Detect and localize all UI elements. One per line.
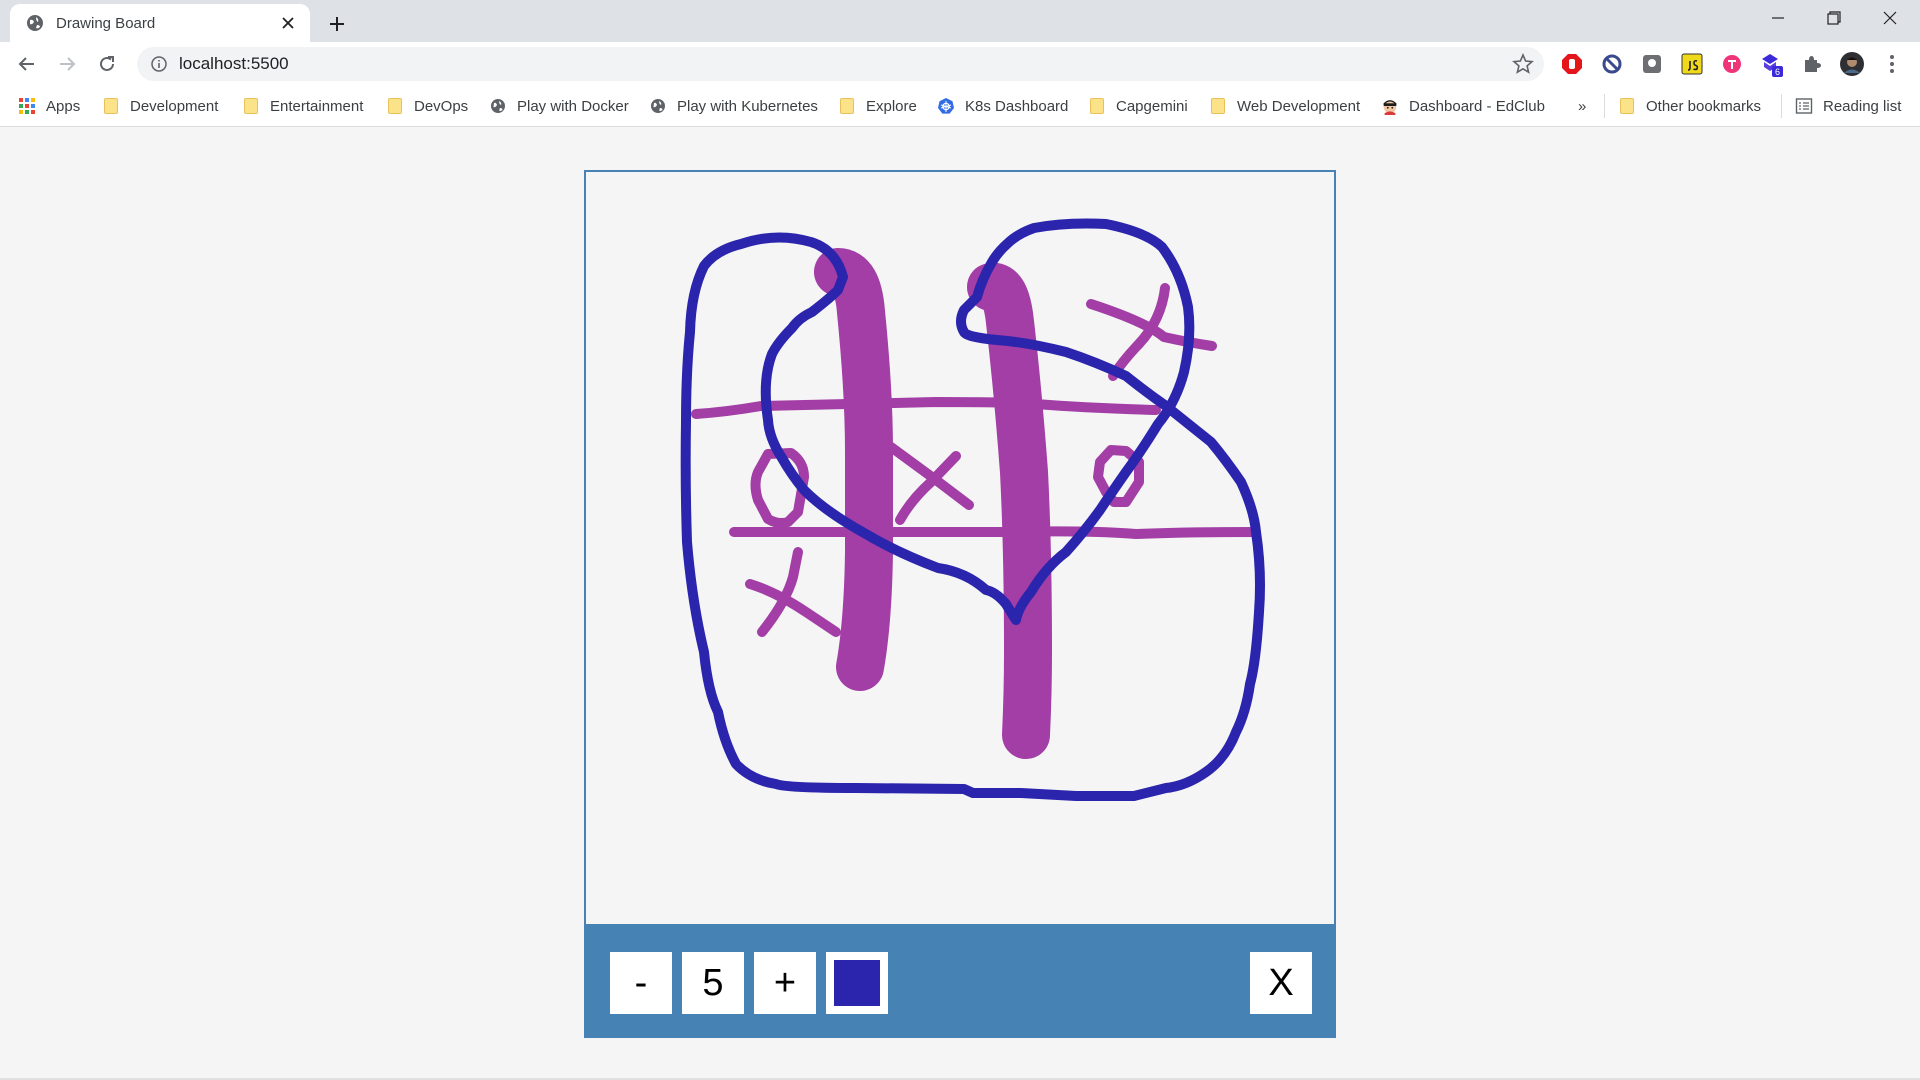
folder-icon	[838, 97, 856, 115]
bookmark-dashboard-edclub[interactable]: Dashboard - EdClub	[1381, 92, 1545, 120]
bookmark-label: Reading list	[1823, 97, 1902, 115]
bookmarks-overflow-button[interactable]: »	[1578, 92, 1586, 120]
folder-icon	[1088, 97, 1106, 115]
address-bar[interactable]	[137, 47, 1544, 81]
bookmark-star-icon[interactable]	[1512, 52, 1534, 80]
grey-extension-icon[interactable]	[1638, 50, 1666, 78]
site-info-icon[interactable]	[149, 54, 169, 74]
folder-icon	[242, 97, 260, 115]
apps-grid-icon	[18, 97, 36, 115]
increase-size-button[interactable]: +	[754, 952, 816, 1014]
bookmark-label: Play with Docker	[517, 97, 629, 115]
close-window-icon[interactable]	[1862, 0, 1918, 36]
bookmark-entertainment[interactable]: Entertainment	[242, 92, 363, 120]
bookmark-play-with-docker[interactable]: Play with Docker	[489, 92, 629, 120]
reload-icon[interactable]	[91, 48, 123, 80]
extension-badge: 6	[1775, 67, 1780, 77]
color-swatch	[834, 960, 880, 1006]
bookmark-label: Development	[130, 97, 219, 115]
bookmark-label: Entertainment	[270, 97, 364, 115]
back-icon[interactable]	[11, 48, 43, 80]
restore-icon[interactable]	[1806, 0, 1862, 36]
edclub-icon	[1381, 97, 1399, 115]
pink-extension-icon[interactable]	[1718, 50, 1746, 78]
extensions-puzzle-icon[interactable]	[1798, 50, 1826, 78]
brush-size-display: 5	[682, 952, 744, 1014]
menu-kebab-icon[interactable]	[1878, 50, 1906, 78]
bookmark-capgemini[interactable]: Capgemini	[1088, 92, 1188, 120]
bookmark-label: Dashboard - EdClub	[1409, 97, 1545, 115]
drawing-board: - 5 + X	[584, 170, 1336, 1038]
canvas-drawing	[680, 218, 1265, 801]
globe-icon	[26, 14, 44, 32]
forward-icon[interactable]	[51, 48, 83, 80]
globe-icon	[489, 97, 507, 115]
profile-avatar[interactable]	[1838, 50, 1866, 78]
bookmark-other-bookmarks[interactable]: Other bookmarks	[1618, 92, 1761, 120]
folder-icon	[386, 97, 404, 115]
color-picker[interactable]	[826, 952, 888, 1014]
bookmark-apps[interactable]: Apps	[18, 92, 80, 120]
url-input[interactable]	[177, 53, 1481, 75]
tab-title: Drawing Board	[56, 14, 156, 32]
bookmark-play-with-kubernetes[interactable]: Play with Kubernetes	[649, 92, 818, 120]
js-extension-icon[interactable]	[1678, 50, 1706, 78]
purple-thick-stroke	[967, 262, 1052, 759]
folder-icon	[1618, 97, 1636, 115]
drawing-canvas[interactable]	[586, 172, 1334, 924]
tab-strip: Drawing Board	[0, 0, 1920, 42]
folder-icon	[1209, 97, 1227, 115]
close-tab-icon[interactable]	[274, 9, 302, 37]
bookmark-label: Explore	[866, 97, 917, 115]
bookmark-label: Apps	[46, 97, 81, 115]
reading-list-button[interactable]: Reading list	[1795, 92, 1901, 120]
bookmark-label: Play with Kubernetes	[677, 97, 818, 115]
bookmark-label: Web Development	[1237, 97, 1361, 115]
bookmark-web-development[interactable]: Web Development	[1209, 92, 1360, 120]
blue-outline-stroke	[680, 218, 1265, 801]
bookmarks-divider	[1781, 94, 1782, 118]
bookmark-label: DevOps	[414, 97, 469, 115]
purple-extension-icon[interactable]: 6	[1758, 50, 1786, 78]
decrease-size-button[interactable]: -	[610, 952, 672, 1014]
kubernetes-icon	[937, 97, 955, 115]
bookmark-label: K8s Dashboard	[965, 97, 1069, 115]
bookmark-devops[interactable]: DevOps	[386, 92, 468, 120]
globe-icon	[649, 97, 667, 115]
new-tab-icon[interactable]	[322, 9, 352, 39]
bookmark-label: Other bookmarks	[1646, 97, 1762, 115]
purple-horizontal-line	[729, 526, 1261, 539]
bookmarks-divider	[1604, 94, 1605, 118]
reading-list-icon	[1795, 97, 1813, 115]
overflow-label: »	[1578, 97, 1587, 115]
block-extension-icon[interactable]	[1598, 50, 1626, 78]
tab-drawing-board[interactable]: Drawing Board	[10, 4, 310, 42]
purple-thick-stroke	[814, 248, 893, 691]
browser-toolbar: 6	[0, 42, 1920, 86]
clear-button[interactable]: X	[1250, 952, 1312, 1014]
bookmarks-bar: Apps Development Entertainment DevOps Pl…	[0, 86, 1920, 127]
toolbar-controls: - 5 + X	[586, 924, 1334, 1036]
bookmark-explore[interactable]: Explore	[838, 92, 917, 120]
bookmark-label: Capgemini	[1116, 97, 1188, 115]
folder-icon	[102, 97, 120, 115]
minimize-icon[interactable]	[1750, 0, 1806, 36]
bookmark-k8s-dashboard[interactable]: K8s Dashboard	[937, 92, 1068, 120]
adblock-extension-icon[interactable]	[1558, 50, 1586, 78]
bookmark-development[interactable]: Development	[102, 92, 218, 120]
